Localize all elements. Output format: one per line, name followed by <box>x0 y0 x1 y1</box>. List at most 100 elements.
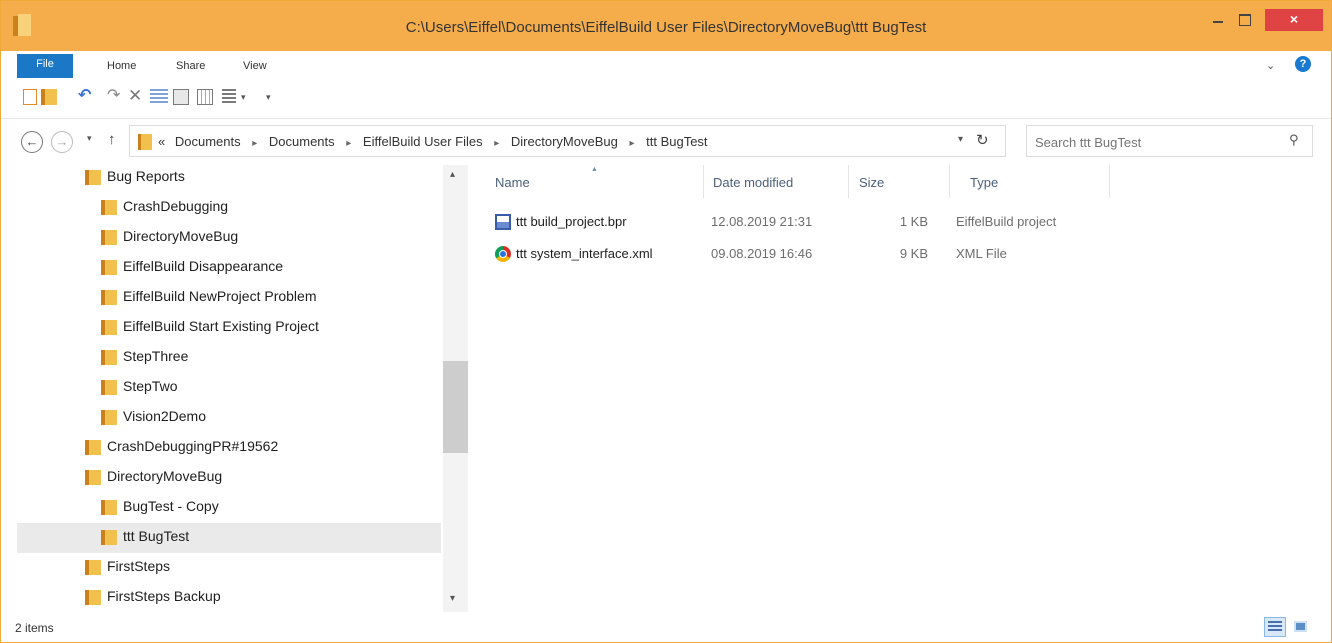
breadcrumb-separator-icon[interactable]: ▸ <box>494 138 499 149</box>
folder-icon <box>101 230 117 245</box>
recent-locations-chevron-icon[interactable]: ▾ <box>87 133 92 144</box>
title-bar[interactable]: C:\Users\Eiffel\Documents\EiffelBuild Us… <box>1 1 1331 51</box>
nav-tree-item[interactable]: Bug Reports <box>17 165 441 193</box>
minimize-button[interactable] <box>1207 9 1231 31</box>
nav-tree-item-label: CrashDebugging <box>123 198 229 214</box>
forward-button[interactable]: → <box>51 131 73 153</box>
column-header-name[interactable]: Name <box>495 175 530 190</box>
properties-icon[interactable] <box>173 89 189 105</box>
explorer-window: C:\Users\Eiffel\Documents\EiffelBuild Us… <box>0 0 1332 643</box>
tab-view[interactable]: View <box>243 60 267 72</box>
file-type: EiffelBuild project <box>956 214 1057 229</box>
customize-toolbar-icon[interactable]: ▾ <box>266 89 276 105</box>
breadcrumb-item[interactable]: Documents <box>175 134 241 149</box>
quick-access-toolbar: ↶ ↷ ✕ ▾ ▾ <box>1 81 1331 118</box>
column-divider[interactable] <box>949 165 950 198</box>
nav-tree-item[interactable]: StepTwo <box>17 373 441 403</box>
folder-icon <box>85 470 101 485</box>
search-input[interactable] <box>1035 132 1275 152</box>
address-dropdown-icon[interactable]: ▾ <box>958 134 963 145</box>
nav-tree-item-label: StepThree <box>123 348 189 364</box>
navigation-pane: Bug Reports CrashDebugging DirectoryMoveBu… <box>17 165 441 612</box>
nav-tree-item[interactable]: DirectoryMoveBug <box>17 223 441 253</box>
column-header-size[interactable]: Size <box>859 175 884 190</box>
tab-file[interactable]: File <box>17 54 73 78</box>
nav-tree-item[interactable]: EiffelBuild Start Existing Project <box>17 313 441 343</box>
address-bar[interactable]: « Documents ▸ Documents ▸ EiffelBuild Us… <box>129 125 1006 157</box>
breadcrumb-item[interactable]: ttt BugTest <box>646 134 707 149</box>
column-divider[interactable] <box>703 165 704 198</box>
layout-caret-icon[interactable]: ▾ <box>241 89 251 105</box>
folder-icon <box>85 590 101 605</box>
file-list: ▲ Name Date modified Size Type ttt build… <box>473 165 1331 612</box>
column-divider[interactable] <box>1109 165 1110 198</box>
search-box[interactable]: ⚲ <box>1026 125 1313 157</box>
search-icon[interactable]: ⚲ <box>1289 132 1299 148</box>
delete-icon[interactable]: ✕ <box>128 87 144 105</box>
breadcrumb-separator-icon[interactable]: ▸ <box>346 138 351 149</box>
breadcrumb-item[interactable]: Documents <box>269 134 335 149</box>
column-header-type[interactable]: Type <box>970 175 998 190</box>
up-arrow-icon[interactable]: ↑ <box>108 131 116 148</box>
column-header-date-modified[interactable]: Date modified <box>713 175 793 190</box>
folder-icon <box>85 560 101 575</box>
nav-tree-item-label: EiffelBuild Start Existing Project <box>123 318 319 334</box>
file-name: ttt system_interface.xml <box>516 246 653 261</box>
nav-tree-item[interactable]: EiffelBuild NewProject Problem <box>17 283 441 313</box>
column-divider[interactable] <box>848 165 849 198</box>
undo-icon[interactable]: ↶ <box>78 88 94 105</box>
calendar-icon[interactable] <box>197 89 213 105</box>
refresh-icon[interactable]: ↻ <box>976 131 989 149</box>
nav-tree-item[interactable]: CrashDebugging <box>17 193 441 223</box>
properties-page-icon[interactable] <box>23 89 37 105</box>
breadcrumb-item[interactable]: DirectoryMoveBug <box>511 134 618 149</box>
scroll-thumb[interactable] <box>443 361 468 453</box>
breadcrumb-separator-icon[interactable]: ▸ <box>252 138 257 149</box>
breadcrumb-overflow[interactable]: « <box>158 134 165 149</box>
table-row[interactable]: ttt system_interface.xml 09.08.2019 16:4… <box>483 243 1103 266</box>
window-title: C:\Users\Eiffel\Documents\EiffelBuild Us… <box>405 19 927 36</box>
nav-tree-item-label: DirectoryMoveBug <box>107 468 223 484</box>
scroll-up-icon[interactable]: ▴ <box>450 169 455 180</box>
nav-tree-item-label: BugTest - Copy <box>123 498 219 514</box>
nav-tree-item[interactable]: StepThree <box>17 343 441 373</box>
nav-tree-item[interactable]: DirectoryMoveBug <box>17 463 441 493</box>
scroll-down-icon[interactable]: ▾ <box>450 593 455 604</box>
sort-ascending-icon: ▲ <box>591 166 598 173</box>
nav-tree-item[interactable]: Vision2Demo <box>17 403 441 433</box>
help-icon[interactable]: ? <box>1295 56 1311 72</box>
close-button[interactable]: × <box>1265 9 1323 31</box>
breadcrumb-item[interactable]: EiffelBuild User Files <box>363 134 483 149</box>
navigation-scrollbar[interactable]: ▴ ▾ <box>443 165 468 612</box>
nav-tree-item[interactable]: CrashDebuggingPR#19562 <box>17 433 441 463</box>
file-date: 09.08.2019 16:46 <box>711 246 813 261</box>
nav-tree-item[interactable]: FirstSteps <box>17 553 441 583</box>
folder-icon <box>101 410 117 425</box>
table-row[interactable]: ttt build_project.bpr 12.08.2019 21:31 1… <box>483 211 1103 234</box>
file-size: 9 KB <box>899 246 928 261</box>
nav-tree-item-label: FirstSteps <box>107 558 171 574</box>
breadcrumb-separator-icon[interactable]: ▸ <box>629 138 634 149</box>
folder-icon <box>101 320 117 335</box>
folder-icon <box>101 260 117 275</box>
nav-tree-item[interactable]: EiffelBuild Disappearance <box>17 253 441 283</box>
file-name: ttt build_project.bpr <box>516 214 627 229</box>
nav-tree-item[interactable]: FirstSteps Backup <box>17 583 441 612</box>
file-date: 12.08.2019 21:31 <box>711 214 813 229</box>
folder-icon <box>138 134 152 150</box>
bpr-file-icon <box>495 214 511 230</box>
large-icons-view-icon[interactable] <box>1290 617 1312 637</box>
tab-home[interactable]: Home <box>107 60 136 72</box>
new-folder-icon[interactable] <box>41 89 57 105</box>
nav-tree-item[interactable]: BugTest - Copy <box>17 493 441 523</box>
nav-tree-item[interactable]: ttt BugTest <box>17 523 441 553</box>
redo-icon[interactable]: ↷ <box>107 88 123 105</box>
layout-icon[interactable] <box>222 89 236 105</box>
rename-icon[interactable] <box>150 89 168 105</box>
tab-share[interactable]: Share <box>176 60 205 72</box>
ribbon-expand-chevron-icon[interactable]: ⌄ <box>1266 59 1275 72</box>
back-button[interactable]: ← <box>21 131 43 153</box>
details-view-icon[interactable] <box>1264 617 1286 637</box>
nav-tree-item-label: CrashDebuggingPR#19562 <box>107 438 279 454</box>
maximize-button[interactable] <box>1231 9 1257 31</box>
